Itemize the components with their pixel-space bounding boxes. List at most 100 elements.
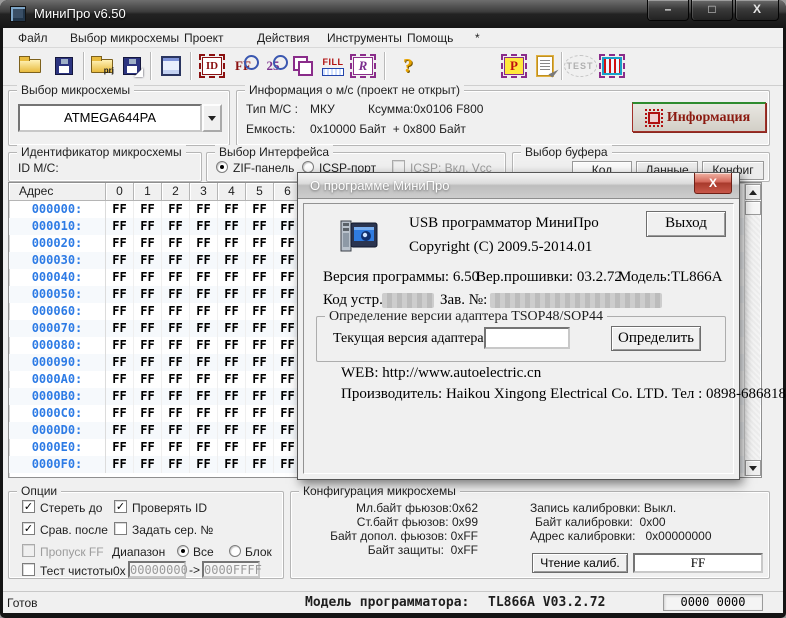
hex-cell[interactable]: FF — [246, 354, 274, 371]
hex-cell[interactable]: FF — [162, 235, 190, 252]
hex-cell[interactable]: FF — [162, 218, 190, 235]
menu-star[interactable]: * — [475, 31, 480, 45]
hex-cell[interactable]: FF — [190, 371, 218, 388]
hex-cell[interactable]: FF — [190, 405, 218, 422]
hex-cell[interactable]: FF — [218, 286, 246, 303]
hex-cell[interactable]: FF — [134, 286, 162, 303]
hex-cell[interactable]: FF — [162, 252, 190, 269]
program-button[interactable]: P — [500, 52, 528, 80]
chip-read-button[interactable]: R — [349, 52, 377, 80]
hex-cell[interactable]: FF — [246, 320, 274, 337]
scroll-thumb[interactable] — [745, 201, 761, 215]
erase-before-label[interactable]: Стереть до — [40, 501, 102, 515]
range-block-label[interactable]: Блок — [245, 545, 272, 559]
hex-cell[interactable]: FF — [134, 337, 162, 354]
hex-cell[interactable]: FF — [190, 354, 218, 371]
hex-cell[interactable]: FF — [106, 252, 134, 269]
hex-cell[interactable]: FF — [246, 235, 274, 252]
hex-cell[interactable]: FF — [134, 439, 162, 456]
save-file-button[interactable] — [50, 52, 78, 80]
hex-cell[interactable]: FF — [134, 456, 162, 473]
range-start-input[interactable]: 00000000 — [128, 561, 186, 578]
dialog-title-bar[interactable]: О программе МиниПро — [298, 173, 739, 199]
hex-cell[interactable]: FF — [106, 354, 134, 371]
verify-after-checkbox[interactable] — [22, 522, 35, 535]
calibration-value-field[interactable]: FF — [633, 553, 763, 573]
hex-cell[interactable]: FF — [134, 218, 162, 235]
hex-cell[interactable]: FF — [190, 286, 218, 303]
hex-cell[interactable]: FF — [106, 439, 134, 456]
hex-cell[interactable]: FF — [134, 269, 162, 286]
zif-radio-label[interactable]: ZIF-панель — [233, 161, 294, 175]
help-button[interactable]: ? — [394, 52, 422, 80]
hex-cell[interactable]: FF — [134, 354, 162, 371]
hex-cell[interactable]: FF — [218, 218, 246, 235]
hex-cell[interactable]: FF — [134, 320, 162, 337]
menu-tools[interactable]: Инструменты — [327, 31, 402, 45]
hex-cell[interactable]: FF — [218, 405, 246, 422]
hex-cell[interactable]: FF — [190, 252, 218, 269]
hex-cell[interactable]: FF — [246, 456, 274, 473]
hex-cell[interactable]: FF — [134, 422, 162, 439]
hex-cell[interactable]: FF — [106, 320, 134, 337]
adapter-version-input[interactable] — [484, 327, 570, 349]
hex-cell[interactable]: FF — [106, 422, 134, 439]
hex-cell[interactable]: FF — [246, 371, 274, 388]
hex-cell[interactable]: FF — [106, 371, 134, 388]
hex-cell[interactable]: FF — [162, 320, 190, 337]
hex-cell[interactable]: FF — [218, 320, 246, 337]
device-button[interactable] — [157, 52, 185, 80]
chip-select-combobox[interactable]: ATMEGA644PA — [18, 104, 202, 132]
hex-cell[interactable]: FF — [246, 201, 274, 218]
hex-cell[interactable]: FF — [134, 201, 162, 218]
erase-before-checkbox[interactable] — [22, 500, 35, 513]
menu-file[interactable]: Файл — [18, 31, 48, 45]
detect-button[interactable]: Определить — [611, 326, 701, 351]
hex-cell[interactable]: FF — [218, 354, 246, 371]
chip-select-dropdown-button[interactable] — [202, 104, 222, 132]
set-serial-checkbox[interactable] — [114, 522, 127, 535]
blank-check-checkbox[interactable] — [22, 563, 35, 576]
hex-cell[interactable]: FF — [162, 439, 190, 456]
hex-cell[interactable]: FF — [218, 269, 246, 286]
minimize-button[interactable]: – — [647, 0, 689, 21]
hex-cell[interactable]: FF — [106, 286, 134, 303]
range-all-label[interactable]: Все — [193, 545, 214, 559]
open-project-button[interactable]: prj — [88, 52, 116, 80]
hex-cell[interactable]: FF — [246, 286, 274, 303]
zif-radio[interactable] — [216, 161, 228, 173]
hex-cell[interactable]: FF — [246, 422, 274, 439]
hex-cell[interactable]: FF — [134, 371, 162, 388]
set-serial-label[interactable]: Задать сер. № — [132, 523, 213, 537]
menu-select-chip[interactable]: Выбор микросхемы — [70, 31, 179, 45]
hex-cell[interactable]: FF — [190, 320, 218, 337]
hex-cell[interactable]: FF — [162, 354, 190, 371]
hex-cell[interactable]: FF — [106, 388, 134, 405]
hex-cell[interactable]: FF — [218, 303, 246, 320]
copy-buffer-button[interactable] — [289, 52, 317, 80]
hex-cell[interactable]: FF — [218, 252, 246, 269]
search-button[interactable]: 25 — [259, 52, 287, 80]
hex-cell[interactable]: FF — [218, 388, 246, 405]
hex-cell[interactable]: FF — [162, 269, 190, 286]
check-id-checkbox[interactable] — [114, 500, 127, 513]
icsp-button[interactable] — [598, 52, 626, 80]
hex-cell[interactable]: FF — [162, 388, 190, 405]
hex-cell[interactable]: FF — [162, 303, 190, 320]
hex-cell[interactable]: FF — [246, 405, 274, 422]
hex-cell[interactable]: FF — [134, 388, 162, 405]
hex-cell[interactable]: FF — [190, 439, 218, 456]
hex-cell[interactable]: FF — [162, 456, 190, 473]
blank-check-label[interactable]: Тест чистоты — [40, 564, 113, 578]
hex-cell[interactable]: FF — [190, 303, 218, 320]
read-calibration-button[interactable]: Чтение калиб. — [532, 553, 628, 573]
range-all-radio[interactable] — [177, 545, 189, 557]
close-button[interactable]: X — [735, 0, 779, 21]
scroll-down-button[interactable] — [745, 460, 761, 476]
menu-help[interactable]: Помощь — [407, 31, 453, 45]
hex-cell[interactable]: FF — [134, 235, 162, 252]
range-block-radio[interactable] — [229, 545, 241, 557]
verify-button[interactable]: FF — [229, 52, 257, 80]
hex-cell[interactable]: FF — [106, 303, 134, 320]
hex-cell[interactable]: FF — [190, 388, 218, 405]
